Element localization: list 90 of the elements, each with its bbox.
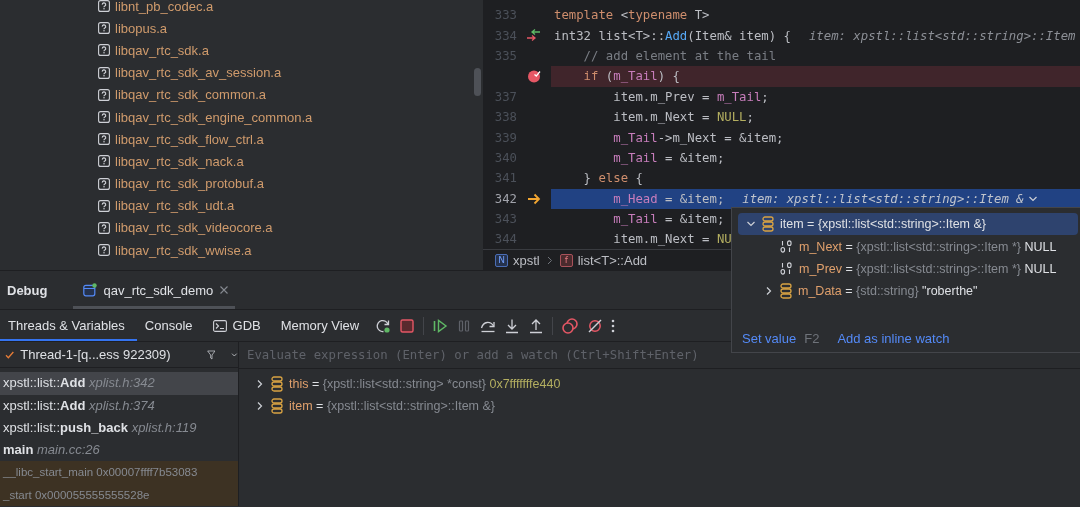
unknown-file-icon [98,111,110,124]
inline-hint[interactable]: item: xpstl::list<std::string>::Item [808,28,1076,43]
evaluate-field[interactable]: Evaluate expression (Enter) or add a watch (Ctrl+Shift+Enter) [239,342,1080,368]
code-line: m_Head = &item; [612,191,725,206]
file-name[interactable]: libopus.a [115,20,168,36]
unknown-file-icon [98,221,110,234]
close-icon[interactable] [219,285,230,295]
session-tab[interactable]: qav_rtc_sdk_demo [73,271,236,309]
stack-frame[interactable]: xpstl::list::Add xplist.h:374 [0,394,238,417]
binary-icon [780,240,793,254]
terminal-icon [212,319,227,332]
code-line: int32 list<T>::Add(Item& item) { [554,28,791,43]
binary-icon [780,262,793,276]
chevron-right-icon[interactable] [764,286,774,297]
line-number: 342 [494,191,517,206]
file-name[interactable]: libqav_rtc_sdk_udt.a [115,198,235,214]
breakpoint-icon[interactable] [527,69,541,84]
app-window-icon [83,283,98,297]
variable: m_Prev = {xpstl::list<std::string>::Item *} NULL [799,261,1057,276]
struct-icon [762,216,774,233]
stack-frame[interactable]: xpstl::list::Add xplist.h:342 [0,372,238,395]
unknown-file-icon [98,88,110,101]
code-line: m_Tail = &item; [612,150,725,165]
code-line: // add element at the tail [582,48,777,63]
chevron-right-icon[interactable] [255,401,265,412]
variable: m_Next = {xpstl::list<std::string>::Item *} NULL [799,239,1057,254]
stop-icon[interactable] [399,317,416,334]
file-name[interactable]: libqav_rtc_sdk_videocore.a [115,220,273,236]
variable: m_Data = {std::string} "roberthe" [798,284,978,299]
filter-icon[interactable] [206,347,216,362]
tab[interactable]: Console [136,310,205,341]
unknown-file-icon [98,133,110,146]
code-line: item.m_Next = NULL; [612,110,754,125]
code-line: if (m_Tail) { [582,69,680,84]
unknown-file-icon [98,44,110,57]
code-line: m_Tail = &item; [612,212,725,227]
thread-selector[interactable]: Thread-1-[q...ess 922309) [20,347,171,363]
code-line: template <typename T> [554,8,710,23]
stack-frame[interactable]: __libc_start_main 0x00007ffff7b53083 [0,461,238,484]
file-name[interactable]: libqav_rtc_sdk_engine_common.a [115,109,313,125]
file-name[interactable]: libnt_pb_codec.a [115,0,214,14]
unknown-file-icon [98,66,110,79]
code-line: m_Tail->m_Next = &item; [612,130,784,145]
step-out-icon[interactable] [528,317,545,334]
unknown-file-icon [98,177,110,190]
struct-icon [271,398,283,415]
file-name[interactable]: libqav_rtc_sdk_av_session.a [115,65,282,81]
stack-frame[interactable]: _start 0x000055555555528e [0,483,238,506]
stack-frame[interactable]: xpstl::list::push_back xplist.h:119 [0,416,238,440]
breadcrumb[interactable]: list<T>::Add [577,252,648,268]
inline-hint[interactable]: item: xpstl::list<std::string>::Item & [742,191,1038,206]
tab[interactable]: Memory View [272,310,372,341]
variable-text: item = {xpstl::list<std::string>::Item &} [780,217,986,232]
unknown-file-icon [98,244,110,257]
step-arrows-icon [526,28,542,43]
unknown-file-icon [98,199,110,212]
struct-icon [780,283,792,300]
file-name[interactable]: libqav_rtc_sdk_nack.a [115,153,244,169]
file-name[interactable]: libqav_rtc_sdk_protobuf.a [115,176,264,192]
resume-icon[interactable] [432,317,449,334]
step-into-icon[interactable] [504,317,521,334]
variable: item = {xpstl::list<std::string>::Item &} [289,399,495,414]
more-icon[interactable] [611,318,616,333]
chevron-right-icon [546,255,553,265]
unknown-file-icon [98,22,110,35]
chevron-right-icon[interactable] [255,379,265,390]
variable-row[interactable]: item = {xpstl::list<std::string>::Item &} [738,213,1078,236]
file-name[interactable]: libqav_rtc_sdk_flow_ctrl.a [115,131,264,147]
breakpoints-icon[interactable] [561,317,580,334]
stack-frame[interactable]: main main.cc:26 [0,439,238,462]
namespace-badge: N [495,253,508,267]
unknown-file-icon [98,155,110,168]
rerun-icon[interactable] [375,317,392,334]
execution-arrow-icon [527,192,541,205]
panel-title: Debug [7,282,48,298]
file-name[interactable]: libqav_rtc_sdk.a [115,42,209,58]
breadcrumb[interactable]: xpstl [513,252,540,268]
scrollbar-thumb[interactable] [474,68,481,96]
file-name[interactable]: libqav_rtc_sdk_wwise.a [115,242,252,258]
code-line: item.m_Next = NU [612,232,732,247]
code-line: } else { [582,171,643,186]
variable: this = {xpstl::list<std::string> *const} 0x7fffffffe440 [289,377,561,392]
unknown-file-icon [98,0,110,13]
code-line: item.m_Prev = m_Tail; [612,89,769,104]
tab[interactable]: Threads & Variables [0,310,137,341]
mute-breakpoints-icon[interactable] [587,317,604,334]
function-badge: f [559,253,573,267]
file-name[interactable]: libqav_rtc_sdk_common.a [115,87,267,103]
struct-icon [271,376,283,393]
tab[interactable]: GDB [204,310,273,341]
